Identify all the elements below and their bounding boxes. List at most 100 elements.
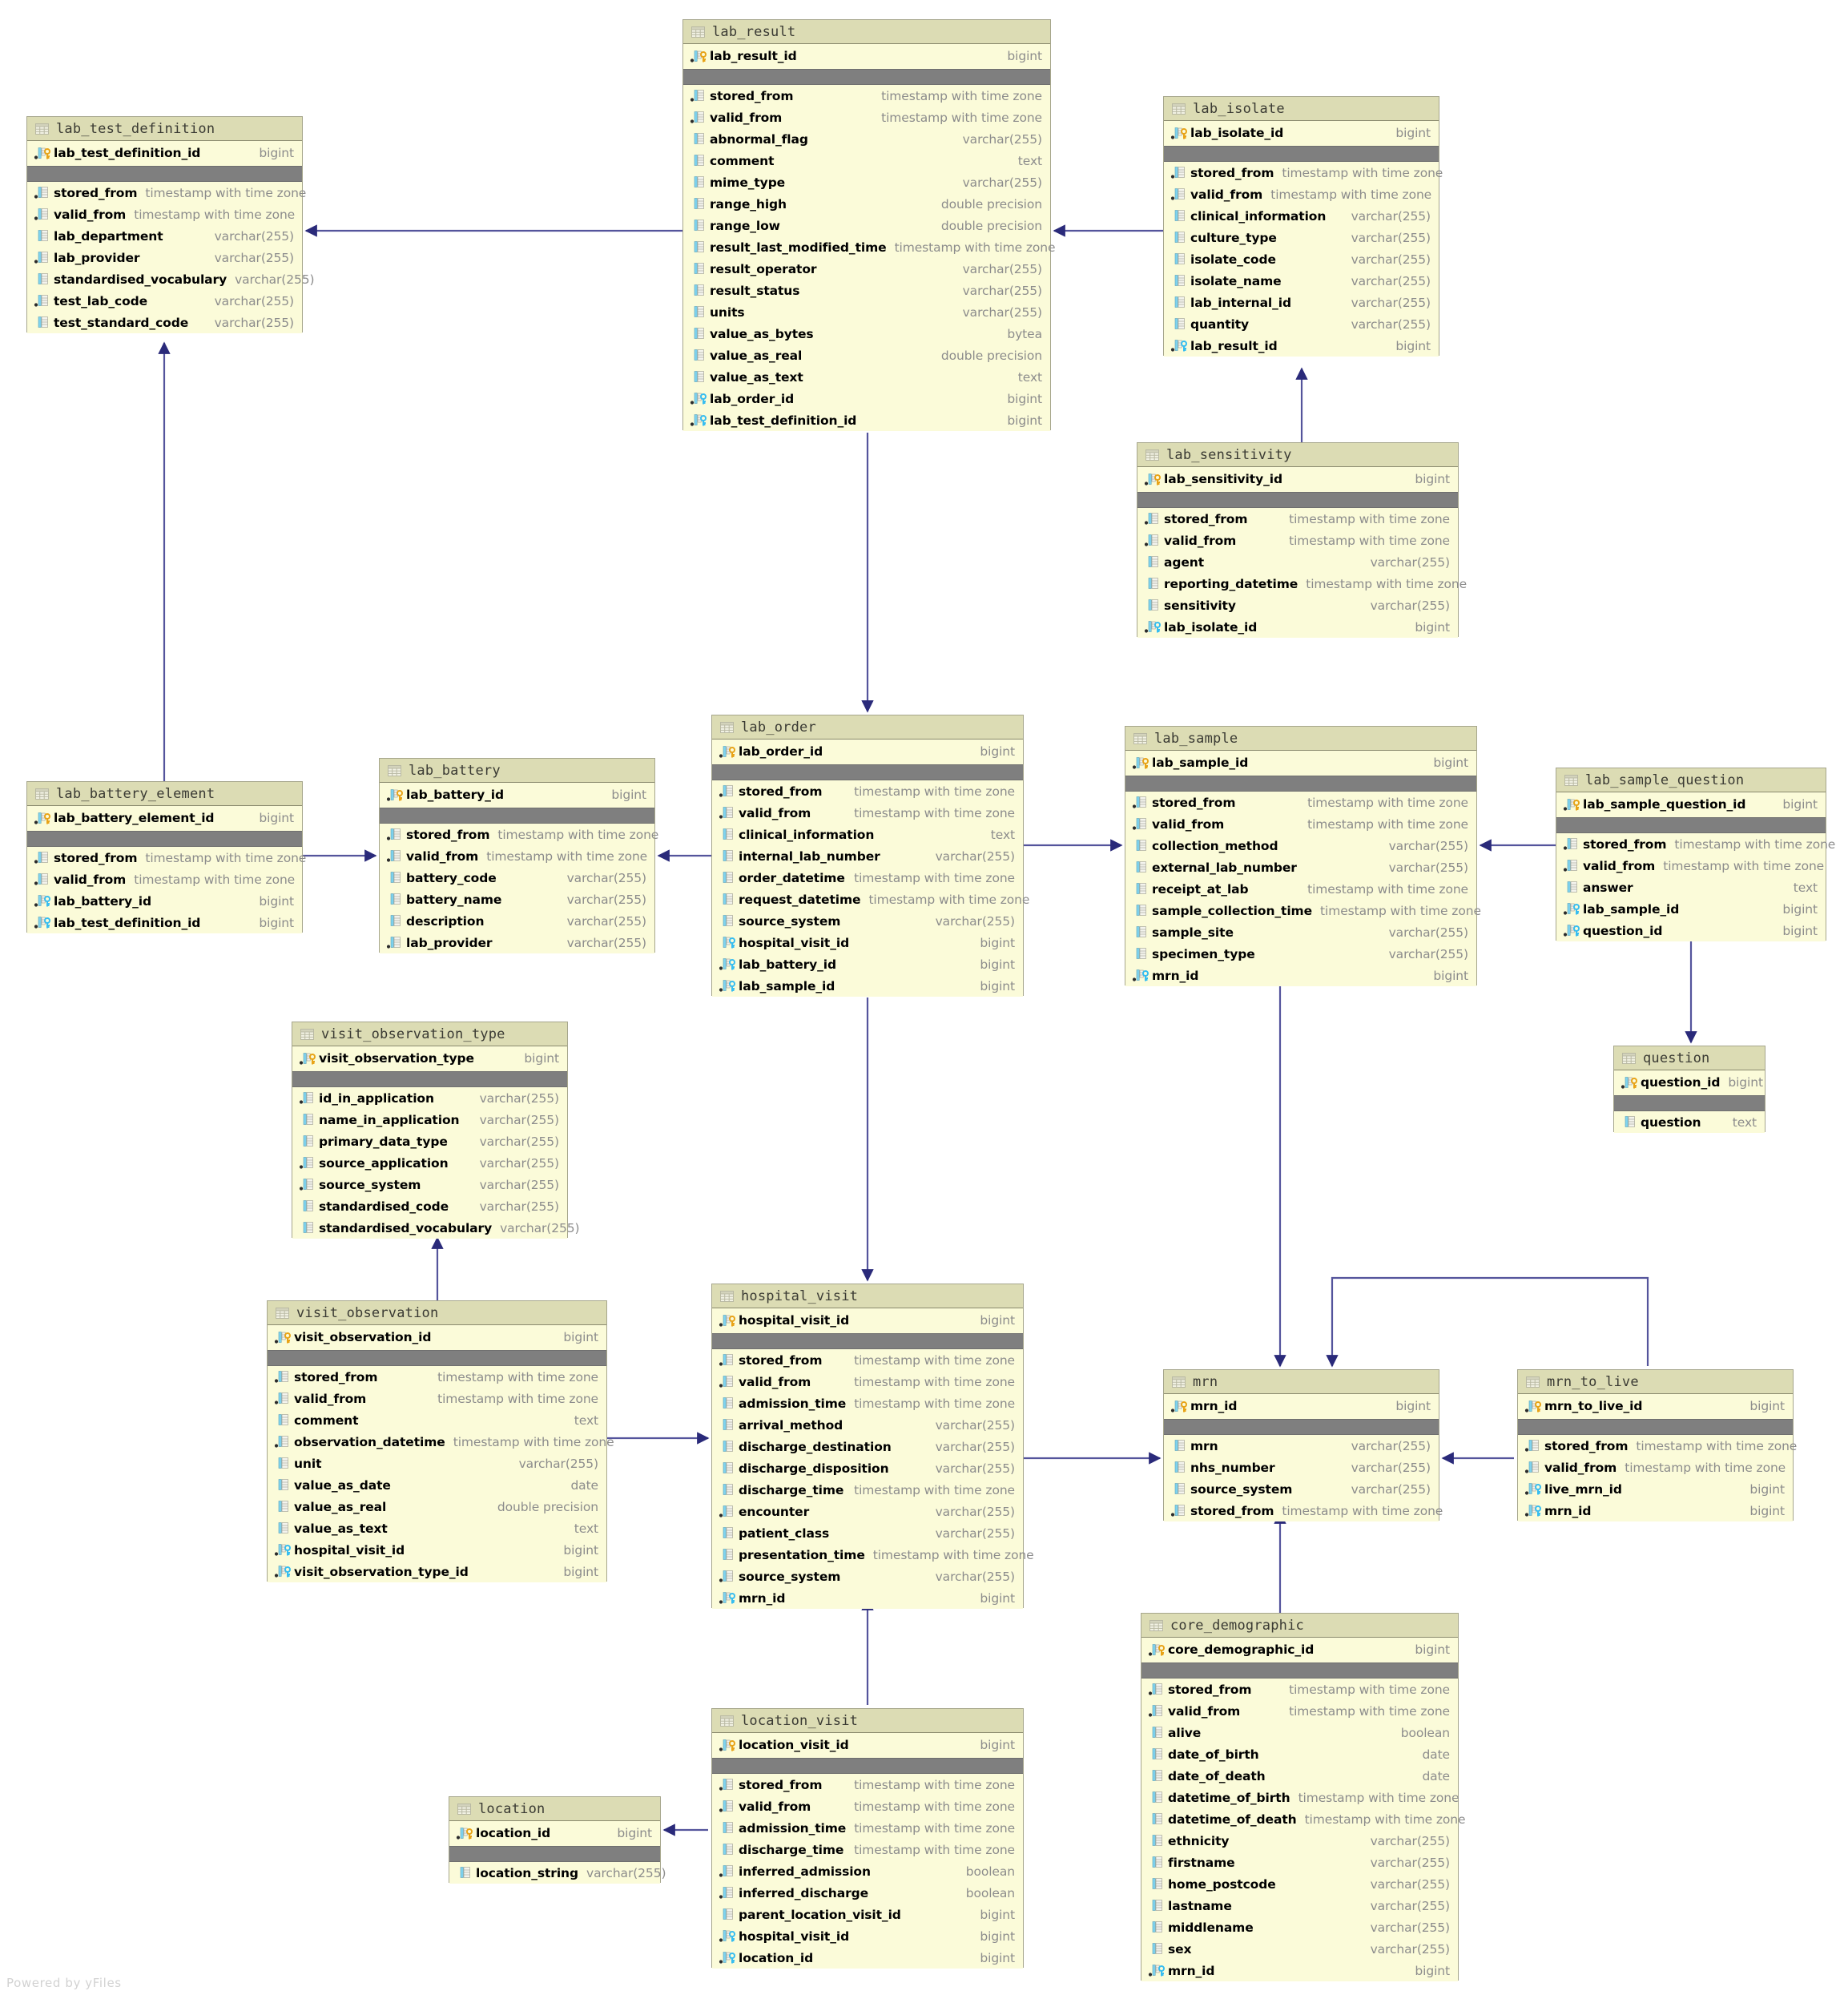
attribute-row[interactable]: observation_datetime timestamp with time … xyxy=(268,1431,614,1453)
attribute-row[interactable]: datetime_of_death timestamp with time zon… xyxy=(1141,1808,1466,1830)
attribute-row[interactable]: lab_test_definition_id bigint xyxy=(683,409,1050,431)
attribute-row[interactable]: value_as_date date xyxy=(268,1474,606,1496)
attribute-row[interactable]: primary_data_type varchar(255) xyxy=(292,1130,567,1152)
attribute-row[interactable]: quantity varchar(255) xyxy=(1164,313,1439,335)
attribute-row[interactable]: stored_from timestamp with time zone xyxy=(1164,162,1443,183)
attribute-row[interactable]: lab_test_definition_id bigint xyxy=(27,912,302,933)
attribute-row[interactable]: value_as_real double precision xyxy=(268,1496,606,1517)
attribute-row[interactable]: valid_from timestamp with time zone xyxy=(1137,530,1458,551)
primary-key-row[interactable]: lab_sample_question_id bigint xyxy=(1556,792,1826,817)
primary-key-row[interactable]: hospital_visit_id bigint xyxy=(712,1308,1023,1333)
primary-key-row[interactable]: visit_observation_id bigint xyxy=(268,1325,606,1350)
attribute-row[interactable]: order_datetime timestamp with time zone xyxy=(712,867,1023,889)
attribute-row[interactable]: isolate_name varchar(255) xyxy=(1164,270,1439,292)
attribute-row[interactable]: visit_observation_type_id bigint xyxy=(268,1561,606,1582)
attribute-row[interactable]: test_standard_code varchar(255) xyxy=(27,312,302,333)
attribute-row[interactable]: source_system varchar(255) xyxy=(712,910,1023,932)
attribute-row[interactable]: sample_collection_time timestamp with tim… xyxy=(1125,900,1481,921)
entity-lab_sample_question[interactable]: lab_sample_question lab_sample_question_i… xyxy=(1556,768,1835,941)
attribute-row[interactable]: source_application varchar(255) xyxy=(292,1152,567,1174)
attribute-row[interactable]: collection_method varchar(255) xyxy=(1125,835,1476,856)
attribute-row[interactable]: source_system varchar(255) xyxy=(712,1566,1023,1587)
attribute-row[interactable]: result_operator varchar(255) xyxy=(683,258,1050,280)
primary-key-row[interactable]: mrn_to_live_id bigint xyxy=(1518,1394,1793,1419)
attribute-row[interactable]: valid_from timestamp with time zone xyxy=(1556,855,1826,877)
attribute-row[interactable]: lab_provider varchar(255) xyxy=(27,247,302,268)
attribute-row[interactable]: inferred_admission boolean xyxy=(712,1860,1023,1882)
attribute-row[interactable]: home_postcode varchar(255) xyxy=(1141,1873,1458,1895)
primary-key-row[interactable]: mrn_id bigint xyxy=(1164,1394,1439,1419)
attribute-row[interactable]: valid_from timestamp with time zone xyxy=(712,1371,1023,1392)
entity-visit_observation_type[interactable]: visit_observation_type visit_observation_… xyxy=(292,1022,580,1239)
attribute-row[interactable]: sample_site varchar(255) xyxy=(1125,921,1476,943)
attribute-row[interactable]: name_in_application varchar(255) xyxy=(292,1109,567,1130)
primary-key-row[interactable]: lab_sensitivity_id bigint xyxy=(1137,467,1458,492)
attribute-row[interactable]: lab_result_id bigint xyxy=(1164,335,1439,357)
attribute-row[interactable]: standardised_vocabulary varchar(255) xyxy=(27,268,315,290)
entity-lab_isolate[interactable]: lab_isolate lab_isolate_id bigint stored_fr… xyxy=(1163,96,1443,357)
attribute-row[interactable]: description varchar(255) xyxy=(380,910,654,932)
attribute-row[interactable]: stored_from timestamp with time zone xyxy=(1141,1679,1458,1700)
entity-lab_sensitivity[interactable]: lab_sensitivity lab_sensitivity_id bigint s… xyxy=(1137,442,1467,638)
attribute-row[interactable]: discharge_disposition varchar(255) xyxy=(712,1457,1023,1479)
attribute-row[interactable]: stored_from timestamp with time zone xyxy=(1137,508,1458,530)
attribute-row[interactable]: hospital_visit_id bigint xyxy=(712,1925,1023,1947)
attribute-row[interactable]: admission_time timestamp with time zone xyxy=(712,1392,1023,1414)
attribute-row[interactable]: culture_type varchar(255) xyxy=(1164,227,1439,248)
attribute-row[interactable]: stored_from timestamp with time zone xyxy=(1125,792,1476,813)
attribute-row[interactable]: mrn varchar(255) xyxy=(1164,1435,1439,1457)
entity-hospital_visit[interactable]: hospital_visit hospital_visit_id bigint sto… xyxy=(711,1284,1034,1609)
attribute-row[interactable]: encounter varchar(255) xyxy=(712,1501,1023,1522)
attribute-row[interactable]: mrn_id bigint xyxy=(712,1587,1023,1609)
attribute-row[interactable]: alive boolean xyxy=(1141,1722,1458,1743)
attribute-row[interactable]: datetime_of_birth timestamp with time zon… xyxy=(1141,1787,1459,1808)
attribute-row[interactable]: request_datetime timestamp with time zone xyxy=(712,889,1029,910)
attribute-row[interactable]: location_id bigint xyxy=(712,1947,1023,1969)
attribute-row[interactable]: isolate_code varchar(255) xyxy=(1164,248,1439,270)
attribute-row[interactable]: value_as_text text xyxy=(268,1517,606,1539)
entity-lab_test_definition[interactable]: lab_test_definition lab_test_definition_i… xyxy=(26,116,315,333)
attribute-row[interactable]: stored_from timestamp with time zone xyxy=(1556,833,1835,855)
attribute-row[interactable]: battery_name varchar(255) xyxy=(380,889,654,910)
attribute-row[interactable]: agent varchar(255) xyxy=(1137,551,1458,573)
primary-key-row[interactable]: lab_result_id bigint xyxy=(683,44,1050,69)
attribute-row[interactable]: valid_from timestamp with time zone xyxy=(1141,1700,1458,1722)
entity-location[interactable]: location location_id bigint location_string… xyxy=(449,1796,666,1884)
attribute-row[interactable]: comment text xyxy=(683,150,1050,171)
attribute-row[interactable]: mrn_id bigint xyxy=(1125,965,1476,986)
entity-mrn_to_live[interactable]: mrn_to_live mrn_to_live_id bigint stored_fr… xyxy=(1517,1369,1797,1521)
entity-lab_battery[interactable]: lab_battery lab_battery_id bigint stored_fr… xyxy=(379,758,658,953)
attribute-row[interactable]: standardised_code varchar(255) xyxy=(292,1195,567,1217)
entity-lab_result[interactable]: lab_result lab_result_id bigint stored_from… xyxy=(682,19,1056,431)
primary-key-row[interactable]: location_id bigint xyxy=(449,1821,660,1846)
attribute-row[interactable]: parent_location_visit_id bigint xyxy=(712,1904,1023,1925)
attribute-row[interactable]: stored_from timestamp with time zone xyxy=(268,1366,606,1388)
attribute-row[interactable]: discharge_time timestamp with time zone xyxy=(712,1839,1023,1860)
attribute-row[interactable]: stored_from timestamp with time zone xyxy=(27,847,306,869)
attribute-row[interactable]: stored_from timestamp with time zone xyxy=(380,824,658,845)
attribute-row[interactable]: reporting_datetime timestamp with time zo… xyxy=(1137,573,1467,594)
attribute-row[interactable]: source_system varchar(255) xyxy=(292,1174,567,1195)
attribute-row[interactable]: clinical_information text xyxy=(712,824,1023,845)
attribute-row[interactable]: answer text xyxy=(1556,877,1826,898)
attribute-row[interactable]: units varchar(255) xyxy=(683,301,1050,323)
attribute-row[interactable]: sex varchar(255) xyxy=(1141,1938,1458,1960)
attribute-row[interactable]: battery_code varchar(255) xyxy=(380,867,654,889)
attribute-row[interactable]: valid_from timestamp with time zone xyxy=(1164,183,1439,205)
attribute-row[interactable]: stored_from timestamp with time zone xyxy=(712,1774,1023,1795)
attribute-row[interactable]: stored_from timestamp with time zone xyxy=(683,85,1050,107)
attribute-row[interactable]: source_system varchar(255) xyxy=(1164,1478,1439,1500)
attribute-row[interactable]: standardised_vocabulary varchar(255) xyxy=(292,1217,580,1239)
entity-lab_sample[interactable]: lab_sample lab_sample_id bigint stored_from… xyxy=(1125,726,1481,986)
attribute-row[interactable]: external_lab_number varchar(255) xyxy=(1125,856,1476,878)
attribute-row[interactable]: valid_from timestamp with time zone xyxy=(380,845,654,867)
attribute-row[interactable]: mrn_id bigint xyxy=(1518,1500,1793,1521)
attribute-row[interactable]: result_status varchar(255) xyxy=(683,280,1050,301)
attribute-row[interactable]: range_high double precision xyxy=(683,193,1050,215)
attribute-row[interactable]: lastname varchar(255) xyxy=(1141,1895,1458,1916)
attribute-row[interactable]: ethnicity varchar(255) xyxy=(1141,1830,1458,1852)
primary-key-row[interactable]: lab_order_id bigint xyxy=(712,740,1023,764)
entity-visit_observation[interactable]: visit_observation visit_observation_id big… xyxy=(267,1300,614,1582)
primary-key-row[interactable]: lab_sample_id bigint xyxy=(1125,751,1476,776)
attribute-row[interactable]: stored_from timestamp with time zone xyxy=(1518,1435,1797,1457)
